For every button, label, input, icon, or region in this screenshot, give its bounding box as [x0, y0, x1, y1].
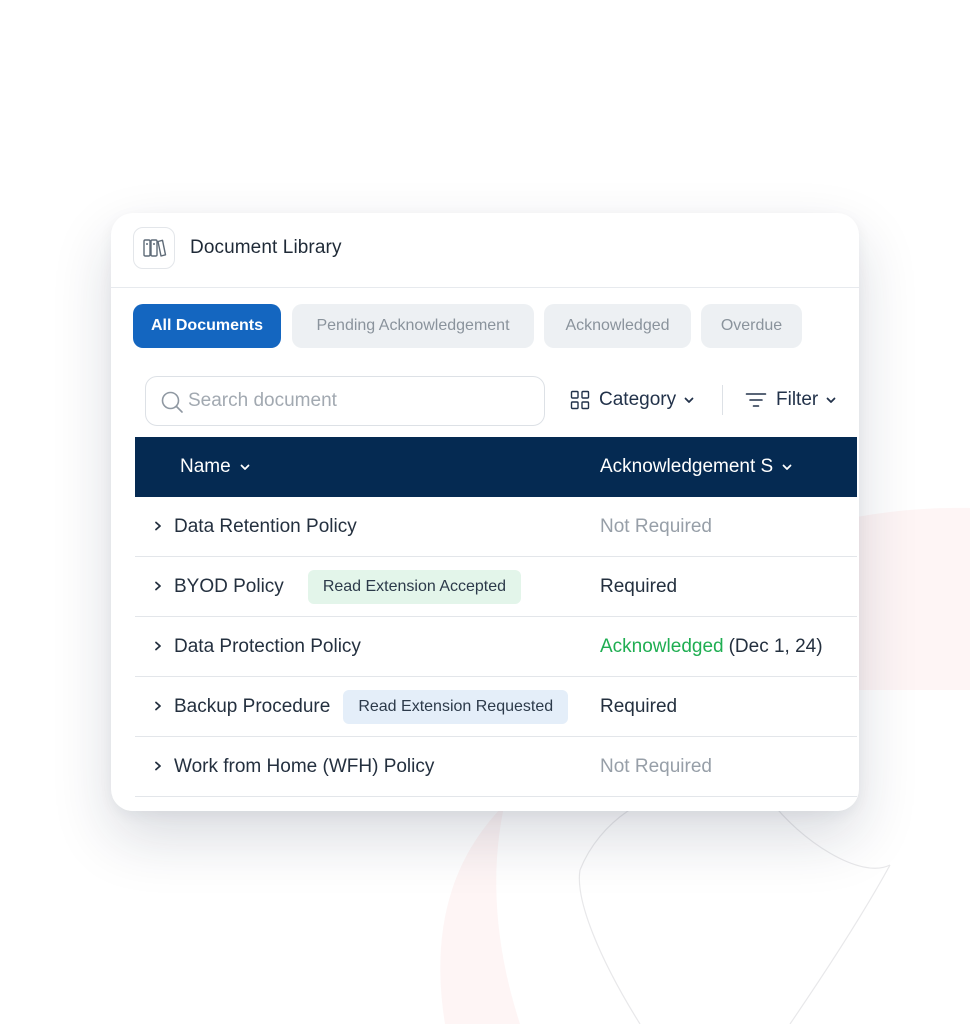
chevron-right-icon[interactable]	[150, 758, 166, 774]
table-row[interactable]: Backup Procedure Read Extension Requeste…	[135, 677, 857, 737]
row-status-cell: Not Required	[600, 497, 712, 556]
document-library-card: Document Library All Documents Pending A…	[111, 213, 859, 811]
table-row[interactable]: BYOD Policy Read Extension Accepted Requ…	[135, 557, 857, 617]
row-name-cell: Work from Home (WFH) Policy	[174, 737, 434, 796]
document-name: Backup Procedure	[174, 695, 331, 717]
column-header-acknowledgement-status[interactable]: Acknowledgement S	[600, 437, 793, 497]
filter-label: Filter	[776, 389, 819, 410]
filter-button[interactable]: Filter	[745, 385, 837, 415]
row-name-cell: BYOD Policy Read Extension Accepted	[174, 557, 522, 616]
chevron-right-icon[interactable]	[150, 518, 166, 534]
tab-acknowledged[interactable]: Acknowledged	[544, 304, 691, 348]
search-input[interactable]	[188, 377, 528, 425]
search-box	[145, 376, 545, 426]
acknowledgement-status: Not Required	[600, 515, 712, 537]
document-name: BYOD Policy	[174, 575, 284, 597]
acknowledgement-date: (Dec 1, 24)	[728, 635, 823, 657]
search-icon	[161, 391, 183, 413]
status-badge: Read Extension Accepted	[307, 569, 522, 604]
row-status-cell: Required	[600, 557, 677, 616]
grid-icon	[570, 390, 590, 410]
status-badge: Read Extension Requested	[343, 689, 569, 724]
documents-table: Name Acknowledgement S Data Retention Po…	[135, 437, 857, 797]
tab-overdue[interactable]: Overdue	[701, 304, 802, 348]
row-status-cell: Required	[600, 677, 677, 736]
chevron-right-icon[interactable]	[150, 638, 166, 654]
chevron-right-icon[interactable]	[150, 698, 166, 714]
card-bottom-edge	[111, 797, 859, 811]
row-name-cell: Backup Procedure Read Extension Requeste…	[174, 677, 569, 736]
card-header: Document Library	[111, 213, 859, 288]
tab-all-documents[interactable]: All Documents	[133, 304, 281, 348]
acknowledgement-status: Required	[600, 575, 678, 597]
row-name-cell: Data Retention Policy	[174, 497, 357, 556]
table-row[interactable]: Data Retention Policy Not Required	[135, 497, 857, 557]
document-name: Work from Home (WFH) Policy	[174, 755, 435, 777]
chevron-down-icon	[683, 394, 695, 406]
acknowledgement-status: Required	[600, 695, 678, 717]
table-row[interactable]: Work from Home (WFH) Policy Not Required	[135, 737, 857, 797]
row-status-cell: Not Required	[600, 737, 712, 796]
filter-icon	[745, 391, 767, 409]
column-header-label: Acknowledgement S	[600, 456, 774, 477]
toolbar-divider	[722, 385, 723, 415]
table-header: Name Acknowledgement S	[135, 437, 857, 497]
document-name: Data Retention Policy	[174, 515, 357, 537]
document-name: Data Protection Policy	[174, 635, 361, 657]
chevron-down-icon	[825, 394, 837, 406]
column-header-label: Name	[180, 456, 231, 477]
column-header-name[interactable]: Name	[180, 437, 251, 497]
page-title: Document Library	[190, 237, 342, 258]
chevron-down-icon	[781, 461, 793, 473]
chevron-down-icon	[239, 461, 251, 473]
category-button[interactable]: Category	[570, 385, 695, 415]
row-status-cell: Acknowledged (Dec 1, 24)	[600, 617, 823, 676]
chevron-right-icon[interactable]	[150, 578, 166, 594]
acknowledgement-status: Acknowledged	[600, 635, 724, 657]
books-icon	[133, 227, 175, 269]
table-row[interactable]: Data Protection Policy Acknowledged (Dec…	[135, 617, 857, 677]
row-name-cell: Data Protection Policy	[174, 617, 361, 676]
tab-pending-acknowledgement[interactable]: Pending Acknowledgement	[292, 304, 534, 348]
category-label: Category	[599, 389, 677, 410]
acknowledgement-status: Not Required	[600, 755, 712, 777]
